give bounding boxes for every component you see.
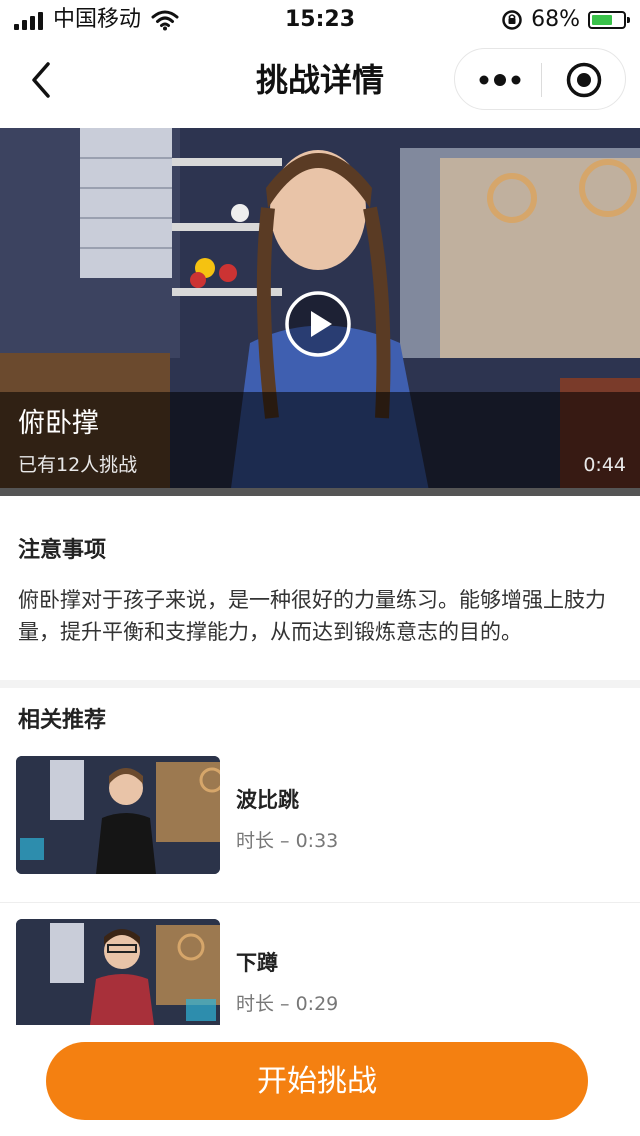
notes-text: 俯卧撑对于孩子来说，是一种很好的力量练习。能够增强上肢力量，提升平衡和支撑能力，… — [18, 588, 606, 644]
notes-section: 注意事项 俯卧撑对于孩子来说，是一种很好的力量练习。能够增强上肢力量，提升平衡和… — [0, 496, 640, 680]
video-duration: 0:44 — [583, 454, 626, 476]
orientation-lock-icon — [502, 10, 522, 30]
participant-count: 已有12人挑战 — [18, 454, 138, 476]
video-title: 俯卧撑 — [18, 408, 99, 439]
thumbnail[interactable] — [16, 756, 220, 874]
recommend-title: 波比跳 — [236, 788, 299, 812]
battery-icon — [588, 11, 630, 29]
navigation-bar: 挑战详情 — [0, 40, 640, 128]
notes-heading: 注意事项 — [18, 538, 107, 563]
status-bar: 中国移动 15:23 68% — [0, 0, 640, 40]
close-miniprogram-icon[interactable] — [565, 61, 603, 99]
video-player[interactable]: 俯卧撑 已有12人挑战 0:44 — [0, 128, 640, 496]
section-divider — [0, 680, 640, 688]
recommend-duration: 时长 – 0:33 — [236, 830, 339, 852]
recommend-section: 相关推荐 波比跳 时长 – 0:33 下蹲 时长 – 0:29 — [0, 688, 640, 1040]
list-divider — [0, 902, 640, 903]
recommend-title: 下蹲 — [236, 951, 278, 975]
list-item[interactable]: 波比跳 时长 – 0:33 — [0, 756, 640, 896]
recommend-duration: 时长 – 0:29 — [236, 993, 339, 1015]
battery-percent: 68% — [531, 7, 580, 32]
start-challenge-button[interactable]: 开始挑战 — [46, 1042, 588, 1120]
list-item[interactable]: 下蹲 时长 – 0:29 — [0, 919, 640, 1059]
thumbnail[interactable] — [16, 919, 220, 1025]
capsule-divider — [541, 63, 542, 97]
play-icon[interactable] — [284, 290, 352, 358]
recommend-heading: 相关推荐 — [18, 708, 107, 733]
more-icon[interactable] — [475, 63, 525, 97]
mini-program-capsule — [454, 48, 626, 110]
status-right: 68% — [501, 6, 630, 34]
video-progress-bar[interactable] — [0, 488, 640, 496]
